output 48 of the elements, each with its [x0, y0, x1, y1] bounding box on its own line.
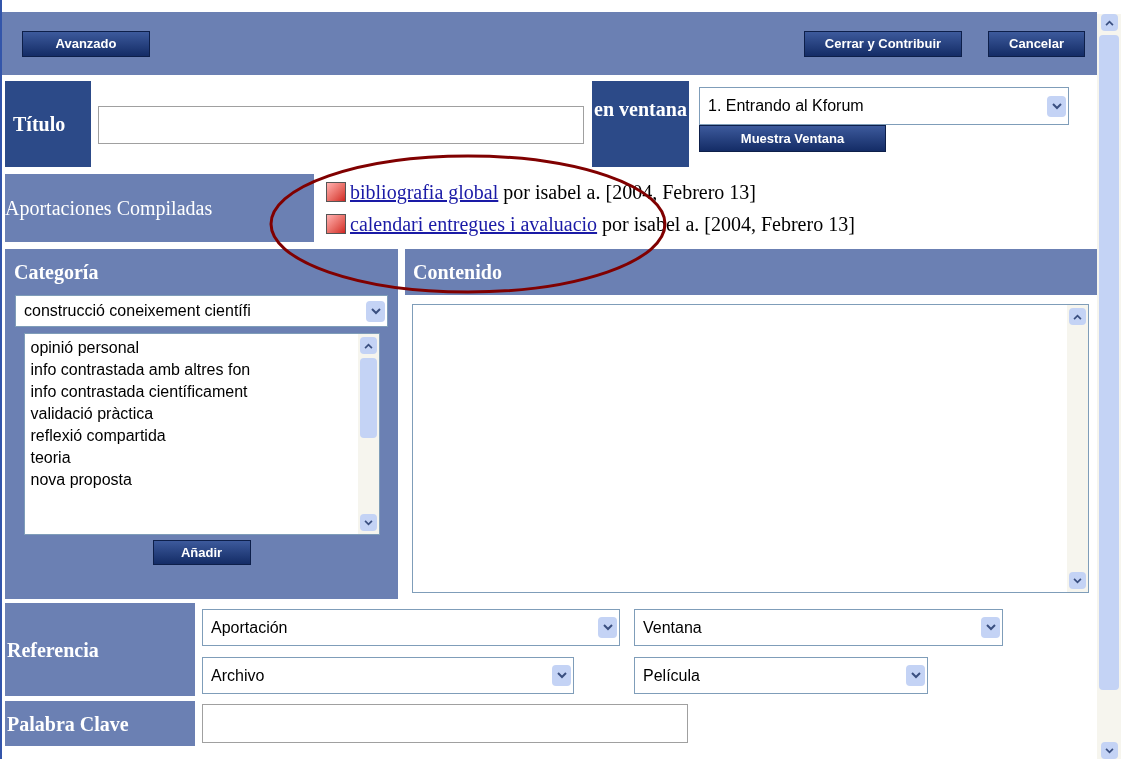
compiled-label: Aportaciones Compiladas — [5, 173, 314, 242]
list-option[interactable]: nova proposta — [30, 469, 358, 491]
dropdown[interactable]: Película — [634, 657, 928, 694]
chevron-down-icon — [598, 617, 617, 638]
scroll-up-icon[interactable] — [359, 337, 377, 354]
category-label: Categoría — [13, 260, 100, 286]
dropdown[interactable]: Ventana — [634, 609, 1003, 646]
scroll-down-icon[interactable] — [1069, 572, 1086, 589]
dropdown[interactable]: Aportación — [202, 609, 620, 646]
scroll-up-icon[interactable] — [1100, 14, 1118, 31]
list-option[interactable]: reflexió compartida — [30, 425, 358, 447]
scroll-down-icon[interactable] — [1100, 742, 1118, 759]
list-option[interactable]: info contrastada científicament — [30, 381, 358, 403]
advanced-button[interactable]: Avanzado — [22, 30, 150, 57]
scroll-down-icon[interactable] — [359, 514, 377, 531]
chevron-down-icon — [906, 665, 925, 686]
keyword-input[interactable] — [202, 704, 688, 743]
scrollbar-thumb[interactable] — [1099, 35, 1119, 690]
list-option[interactable]: teoria — [30, 447, 358, 469]
chevron-down-icon — [1047, 95, 1066, 117]
toolbar-button[interactable]: Cancelar — [988, 30, 1085, 57]
dropdown[interactable]: 1. Entrando al Kforum — [699, 87, 1069, 125]
document-icon — [326, 213, 346, 234]
category-list[interactable]: opinió personal info contrastada amb altres fon info contrastada científicament validació pràctica reflexió compartida teoria nova proposta — [23, 333, 380, 535]
contribution-link[interactable]: calendari entregues i avaluacio — [350, 212, 598, 235]
list-option[interactable]: opinió personal — [30, 337, 358, 359]
keyword-label: Palabra Clave — [5, 701, 195, 746]
scroll-up-icon[interactable] — [1069, 308, 1086, 325]
list-option[interactable]: validació pràctica — [30, 403, 358, 425]
toolbar-button[interactable]: Cerrar y Contribuir — [803, 30, 963, 57]
window-label: en ventana — [592, 81, 689, 167]
contribution-link[interactable]: bibliografia global — [350, 180, 499, 203]
content-label: Contenido — [405, 249, 1097, 295]
reference-label: Referencia — [5, 603, 195, 696]
chevron-down-icon — [981, 617, 1000, 638]
title-label: Título — [5, 81, 91, 167]
chevron-down-icon — [552, 665, 571, 686]
dropdown[interactable]: construcció coneixement científi — [15, 295, 388, 327]
dropdown[interactable]: Archivo — [202, 657, 574, 694]
list-scrollbar[interactable] — [357, 334, 379, 534]
list-option[interactable]: info contrastada amb altres fon — [30, 359, 358, 381]
add-button[interactable]: Añadir — [152, 540, 251, 565]
document-icon — [326, 181, 346, 202]
scrollbar-thumb[interactable] — [359, 358, 377, 438]
page-scrollbar[interactable] — [1097, 14, 1121, 759]
show-window-button[interactable]: Muestra Ventana — [699, 125, 886, 152]
chevron-down-icon — [366, 300, 385, 322]
title-input[interactable] — [98, 106, 584, 144]
